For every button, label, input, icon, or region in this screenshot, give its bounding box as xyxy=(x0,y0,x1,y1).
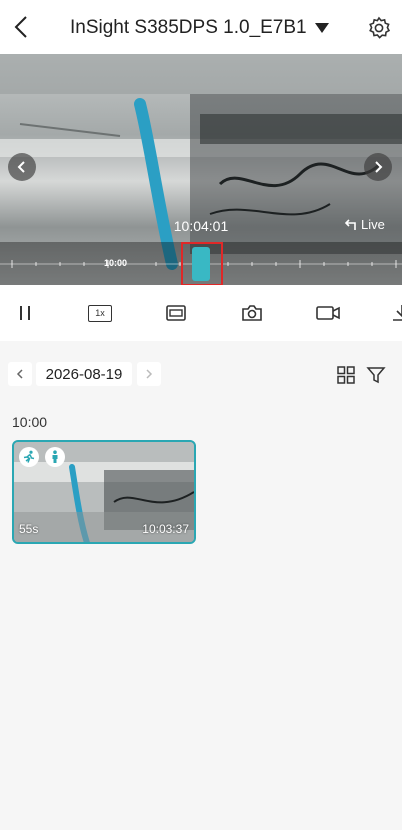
hour-group-label: 10:00 xyxy=(12,414,48,430)
device-title: InSight S385DPS 1.0_E7B1 xyxy=(70,17,307,38)
chevron-right-icon xyxy=(146,369,153,379)
person-icon xyxy=(52,450,58,463)
person-badge xyxy=(45,447,65,467)
video-camera-icon xyxy=(316,306,340,320)
clip-timestamp: 10:03:37 xyxy=(142,522,189,536)
motion-badge xyxy=(19,447,39,467)
chevron-right-icon xyxy=(375,161,383,173)
recording-clip-card[interactable]: 55s 10:03:37 xyxy=(12,440,196,544)
live-button[interactable]: Live xyxy=(343,217,385,232)
grid-view-button[interactable] xyxy=(335,364,357,386)
date-navigator: 2026-08-19 xyxy=(0,360,402,388)
speed-label: 1x xyxy=(88,304,112,322)
filter-icon xyxy=(366,367,386,384)
device-selector[interactable]: InSight S385DPS 1.0_E7B1 xyxy=(70,14,329,42)
pause-button[interactable] xyxy=(11,300,39,326)
running-person-icon xyxy=(23,450,35,463)
caret-down-icon xyxy=(314,23,329,33)
playback-timestamp: 10:04:01 xyxy=(173,218,229,234)
settings-button[interactable] xyxy=(365,14,393,42)
playback-speed-button[interactable]: 1x xyxy=(86,300,114,326)
next-date-button[interactable] xyxy=(137,362,161,386)
timeline-hour-label: 10:00 xyxy=(104,258,128,268)
top-bar: InSight S385DPS 1.0_E7B1 xyxy=(0,0,402,54)
timeline-scrubber[interactable]: 10:00 xyxy=(0,242,402,285)
back-button[interactable] xyxy=(8,12,36,42)
filter-button[interactable] xyxy=(365,364,387,386)
previous-clip-button[interactable] xyxy=(8,153,36,181)
previous-date-button[interactable] xyxy=(8,362,32,386)
grid-icon xyxy=(337,366,355,384)
clip-duration: 55s xyxy=(19,522,39,536)
chevron-left-icon xyxy=(16,369,23,379)
selected-date[interactable]: 2026-08-19 xyxy=(36,362,132,386)
camera-icon xyxy=(242,305,262,321)
chevron-left-icon xyxy=(14,16,27,38)
event-badges xyxy=(19,447,65,467)
download-icon xyxy=(393,305,402,321)
chevron-left-icon xyxy=(17,161,25,173)
fullscreen-button[interactable] xyxy=(162,300,190,326)
next-clip-button[interactable] xyxy=(364,153,392,181)
playback-controls: 1x xyxy=(0,285,402,341)
live-label: Live xyxy=(361,217,385,232)
playhead-selection xyxy=(181,242,223,285)
record-button[interactable] xyxy=(314,300,342,326)
gear-icon xyxy=(369,16,391,39)
download-button[interactable] xyxy=(388,300,402,326)
return-arrow-icon xyxy=(344,218,356,230)
snapshot-button[interactable] xyxy=(238,300,266,326)
fullscreen-icon xyxy=(166,305,186,321)
pause-icon xyxy=(20,306,30,320)
video-player[interactable]: 10:04:01 Live 10:00 xyxy=(0,54,402,285)
